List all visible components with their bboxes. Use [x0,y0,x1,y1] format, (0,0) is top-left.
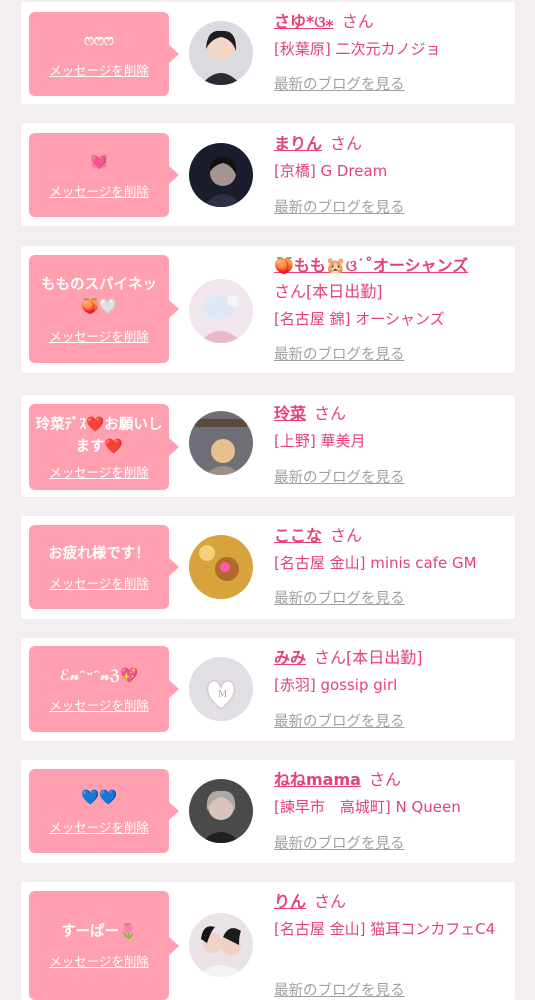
avatar[interactable] [189,21,253,85]
status-badge: [本日出勤] [306,282,383,301]
message-text: 💓 [89,153,109,170]
message-bubble: もものスパイネッ🍑🤍 メッセージを削除 [29,255,179,363]
delete-message-link[interactable]: メッセージを削除 [49,817,149,836]
avatar[interactable]: M [189,657,253,721]
delete-message-link[interactable]: メッセージを削除 [49,573,149,592]
honorific: さん [274,282,307,301]
message-text: お疲れ様です！ [48,545,150,562]
shop-name: [上野] 華美月 [274,432,366,450]
name-line: 🍑もも🐹ଓ˙˚オーシャンズ [274,255,505,277]
message-bubble: 💙💙 メッセージを削除 [29,769,179,853]
latest-blog-link[interactable]: 最新のブログを見る [274,73,405,94]
avatar[interactable] [189,535,253,599]
avatar[interactable] [189,913,253,977]
avatar[interactable] [189,279,253,343]
cast-name-link[interactable]: 🍑もも🐹ଓ˙˚オーシャンズ [274,256,468,275]
message-text: 玲菜ﾃﾞｽ❤️お願いします❤️ [35,416,163,455]
name-line: ねねmama さん [274,769,505,791]
name-line: まりん さん [274,133,505,155]
latest-blog-link[interactable]: 最新のブログを見る [274,979,405,1000]
latest-blog-link[interactable]: 最新のブログを見る [274,343,405,364]
shop-name: [諫早市 高城町] N Queen [274,798,461,816]
avatar[interactable] [189,143,253,207]
shop-name: [秋葉原] 二次元カノジョ [274,40,441,58]
delete-message-link[interactable]: メッセージを削除 [49,951,149,970]
delete-message-link[interactable]: メッセージを削除 [49,326,149,345]
latest-blog-link[interactable]: 最新のブログを見る [274,196,405,217]
cast-name-link[interactable]: ねねmama [274,770,361,789]
shop-name: [赤羽] gossip girl [274,676,398,694]
latest-blog-link[interactable]: 最新のブログを見る [274,587,405,608]
list-item: ෆෆෆ メッセージを削除 さゆ*ଓ⁎ さん [秋葉原] 二次元カノジョ 最新のブロ… [21,2,515,104]
name-line: 玲菜 さん [274,403,505,425]
avatar-icon [189,143,253,207]
honorific: さん [330,134,363,153]
honorific: さん [314,648,347,667]
honorific: さん [314,404,347,423]
avatar-icon [189,779,253,843]
avatar-icon [189,535,253,599]
name-line: ここな さん [274,525,505,547]
message-text: すーぱー🌷 [60,924,138,940]
delete-message-link[interactable]: メッセージを削除 [49,462,149,481]
avatar-icon [189,21,253,85]
cast-name-link[interactable]: みみ [274,648,306,667]
honorific: さん [330,526,363,545]
shop-name: [名古屋 金山] minis cafe GM [274,554,477,572]
cast-name-link[interactable]: まりん [274,134,322,153]
svg-text:M: M [218,690,227,700]
delete-message-link[interactable]: メッセージを削除 [49,181,149,200]
status-line: さん[本日出勤] [274,281,505,303]
avatar-icon: M [189,657,253,721]
delete-message-link[interactable]: メッセージを削除 [49,695,149,714]
latest-blog-link[interactable]: 最新のブログを見る [274,466,405,487]
list-item: お疲れ様です！ メッセージを削除 ここな さん [名古屋 金山] minis ca… [21,516,515,619]
avatar[interactable] [189,779,253,843]
favorites-list: ෆෆෆ メッセージを削除 さゆ*ଓ⁎ さん [秋葉原] 二次元カノジョ 最新のブロ… [0,0,535,1000]
message-text: ℰ𝓃ᵔᵕᵔ𝓃ℨ💖 [59,667,139,684]
message-text: もものスパイネッ🍑🤍 [41,276,157,315]
message-bubble: 玲菜ﾃﾞｽ❤️お願いします❤️ メッセージを削除 [29,404,179,490]
list-item: ℰ𝓃ᵔᵕᵔ𝓃ℨ💖 メッセージを削除 M みみ さん[本日出勤] [赤羽] goss… [21,638,515,741]
honorific: さん [341,12,374,31]
honorific: さん [368,770,401,789]
message-bubble: ෆෆෆ メッセージを削除 [29,12,179,96]
avatar-icon [189,279,253,343]
cast-name-link[interactable]: りん [274,892,306,911]
honorific: さん [314,892,347,911]
latest-blog-link[interactable]: 最新のブログを見る [274,832,405,853]
cast-name-link[interactable]: 玲菜 [274,404,306,423]
message-text: 💙💙 [80,789,118,806]
avatar-icon [189,411,253,475]
message-bubble: ℰ𝓃ᵔᵕᵔ𝓃ℨ💖 メッセージを削除 [29,646,179,732]
avatar-icon [189,913,253,977]
name-line: みみ さん[本日出勤] [274,647,505,669]
message-text: ෆෆෆ [84,32,114,49]
list-item: 💓 メッセージを削除 まりん さん [京橋] G Dream 最新のブログを見る [21,123,515,226]
list-item: すーぱー🌷 メッセージを削除 りん さん [名古屋 金山] 猫耳コンカフェC4 最… [21,882,515,1000]
shop-name: [京橋] G Dream [274,162,388,180]
avatar[interactable] [189,411,253,475]
latest-blog-link[interactable]: 最新のブログを見る [274,710,405,731]
list-item: 玲菜ﾃﾞｽ❤️お願いします❤️ メッセージを削除 玲菜 さん [上野] 華美月 最… [21,395,515,497]
message-bubble: すーぱー🌷 メッセージを削除 [29,891,179,1000]
cast-name-link[interactable]: さゆ*ଓ⁎ [274,12,334,31]
list-item: 💙💙 メッセージを削除 ねねmama さん [諫早市 高城町] N Queen 最… [21,760,515,863]
name-line: りん さん [274,891,505,913]
delete-message-link[interactable]: メッセージを削除 [49,60,149,79]
shop-name: [名古屋 金山] 猫耳コンカフェC4 [274,920,496,938]
list-item: もものスパイネッ🍑🤍 メッセージを削除 🍑もも🐹ଓ˙˚オーシャンズ さん[本日出… [21,246,515,373]
message-bubble: 💓 メッセージを削除 [29,133,179,217]
status-badge: [本日出勤] [346,648,423,667]
name-line: さゆ*ଓ⁎ さん [274,11,505,33]
shop-name: [名古屋 錦] オーシャンズ [274,310,445,328]
cast-name-link[interactable]: ここな [274,526,322,545]
message-bubble: お疲れ様です！ メッセージを削除 [29,525,179,609]
